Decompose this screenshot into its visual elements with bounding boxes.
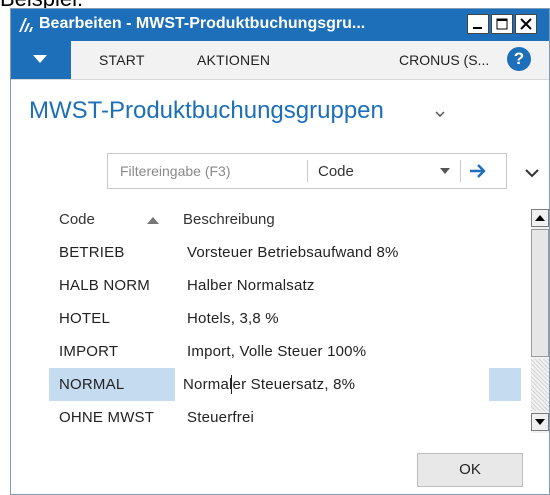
arrow-down-icon bbox=[535, 419, 545, 425]
caption-text: Beispiel: bbox=[0, 0, 83, 11]
page-title[interactable]: MWST-Produktbuchungsgruppen bbox=[29, 97, 384, 125]
scroll-down-button[interactable] bbox=[531, 413, 549, 431]
table-row[interactable]: OHNE MWST Steuerfrei bbox=[49, 401, 521, 434]
minimize-icon bbox=[473, 27, 482, 29]
table-row[interactable]: IMPORT Import, Volle Steuer 100% bbox=[49, 335, 521, 368]
table-row[interactable]: HALB NORM Halber Normalsatz bbox=[49, 269, 521, 302]
application-menu-button[interactable] bbox=[11, 41, 71, 79]
tab-aktionen[interactable]: AKTIONEN bbox=[197, 52, 270, 68]
vertical-scrollbar[interactable] bbox=[531, 209, 549, 433]
filter-input[interactable] bbox=[108, 154, 304, 188]
text-cursor bbox=[231, 375, 232, 394]
data-grid: Code Beschreibung BETRIEB Vorsteuer Betr… bbox=[49, 203, 521, 439]
grid-header: Code Beschreibung bbox=[49, 203, 521, 235]
maximize-icon bbox=[496, 18, 508, 30]
cell-description: Halber Normalsatz bbox=[187, 277, 315, 294]
close-button[interactable] bbox=[515, 14, 537, 34]
filter-divider bbox=[460, 160, 461, 182]
title-bar[interactable]: Bearbeiten - MWST-Produktbuchungsgru... bbox=[11, 9, 549, 41]
table-row-selected[interactable]: NORMAL Normaler Steuersatz, 8% bbox=[49, 368, 521, 401]
scroll-up-button[interactable] bbox=[531, 209, 549, 227]
cell-description: Hotels, 3,8 % bbox=[187, 310, 279, 327]
filter-divider bbox=[307, 160, 308, 182]
filter-field-select[interactable]: Code bbox=[318, 163, 354, 180]
arrow-up-icon bbox=[535, 215, 545, 221]
sort-ascending-icon[interactable] bbox=[147, 217, 159, 224]
table-row[interactable]: HOTEL Hotels, 3,8 % bbox=[49, 302, 521, 335]
tab-start[interactable]: START bbox=[99, 52, 145, 68]
scrollbar-track[interactable] bbox=[531, 359, 549, 411]
app-logo-icon bbox=[19, 18, 33, 32]
cell-code: HOTEL bbox=[59, 310, 111, 327]
filter-bar: Code bbox=[107, 153, 507, 189]
maximize-button[interactable] bbox=[491, 14, 513, 34]
minimize-button[interactable] bbox=[467, 14, 489, 34]
collapse-chevron-icon[interactable] bbox=[525, 169, 539, 178]
column-header-description[interactable]: Beschreibung bbox=[183, 211, 275, 228]
table-row[interactable]: BETRIEB Vorsteuer Betriebsaufwand 8% bbox=[49, 236, 521, 269]
cell-code: BETRIEB bbox=[59, 244, 125, 261]
cell-code: NORMAL bbox=[59, 376, 125, 393]
ribbon-bar: START AKTIONEN CRONUS (S... ? bbox=[11, 41, 549, 80]
cell-code: IMPORT bbox=[59, 343, 119, 360]
cell-description: Import, Volle Steuer 100% bbox=[187, 343, 367, 360]
dropdown-arrow-icon bbox=[33, 55, 47, 63]
close-icon bbox=[520, 18, 532, 30]
cell-code: HALB NORM bbox=[59, 277, 150, 294]
dialog-window: Bearbeiten - MWST-Produktbuchungsgru... … bbox=[10, 8, 550, 495]
column-header-code[interactable]: Code bbox=[59, 211, 95, 228]
cell-description[interactable]: Normaler Steuersatz, 8% bbox=[183, 376, 355, 393]
title-dropdown-icon[interactable] bbox=[435, 111, 445, 117]
cell-code: OHNE MWST bbox=[59, 409, 155, 426]
ok-button[interactable]: OK bbox=[417, 453, 523, 487]
cell-description: Steuerfrei bbox=[187, 409, 255, 426]
selection-highlight bbox=[489, 368, 521, 401]
arrow-right-icon[interactable] bbox=[468, 162, 488, 180]
chevron-down-icon[interactable] bbox=[440, 168, 450, 174]
scrollbar-thumb[interactable] bbox=[531, 229, 549, 357]
help-icon[interactable]: ? bbox=[507, 47, 531, 71]
company-name[interactable]: CRONUS (S... bbox=[399, 52, 489, 68]
window-title: Bearbeiten - MWST-Produktbuchungsgru... bbox=[39, 15, 366, 32]
cell-description: Vorsteuer Betriebsaufwand 8% bbox=[187, 244, 399, 261]
